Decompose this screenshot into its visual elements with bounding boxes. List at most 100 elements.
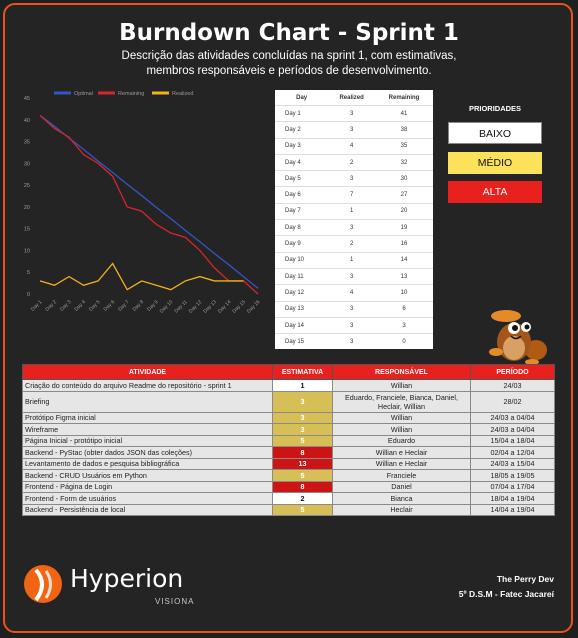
activities-body: Criação do conteúdo do arquivo Readme do…: [22, 379, 555, 516]
x-tick-label: Day 1: [30, 299, 44, 313]
realized-cell: 30: [375, 170, 433, 187]
realized-cell: Day 11: [275, 267, 329, 285]
activity-row: Wireframe 3 Willian 24/03 a 04/04: [22, 423, 555, 436]
activity-name: Protótipo Figma inicial: [22, 411, 273, 424]
activity-period: 24/03 a 04/04: [470, 411, 555, 424]
realized-cell: 35: [375, 137, 433, 155]
activity-estimate: 5: [272, 469, 333, 482]
realized-cell: Day 1: [275, 104, 329, 122]
realized-cell: 3: [328, 316, 376, 334]
realized-cell: 3: [375, 316, 433, 334]
realized-table-row: Day 12 4 10: [275, 284, 433, 302]
realized-cell: 3: [328, 300, 376, 318]
legend-label: Optimal: [74, 91, 93, 97]
activity-owner: Eduardo, Franciele, Bianca, Daniel, Hecl…: [332, 390, 471, 413]
realized-table-body: Day 1 3 41 Day 2 3 38 Day 3 4 35 Day 4 2 32 Day 5 3 30…: [275, 104, 433, 350]
realized-cell: 3: [328, 170, 376, 187]
activity-row: Frontend - Form de usuários 2 Bianca 18/04 …: [22, 492, 555, 505]
page-subtitle: Descrição das atividades concluídas na s…: [110, 49, 468, 79]
activity-period: 02/04 a 12/04: [470, 446, 555, 459]
x-tick-label: Day 16: [246, 299, 262, 315]
activity-period: 24/03 a 04/04: [470, 423, 555, 436]
activity-estimate: 5: [272, 434, 333, 447]
realized-cell: Day 2: [275, 121, 329, 139]
realized-cell: 3: [328, 219, 376, 236]
realized-table-row: Day 15 3 0: [275, 333, 433, 350]
y-tick-label: 25: [24, 183, 30, 189]
activity-owner: Willian: [332, 379, 471, 392]
activity-name: Frontend - Form de usuários: [22, 492, 273, 505]
y-tick-label: 10: [24, 248, 30, 254]
activities-table: ATIVIDADE ESTIMATIVA RESPONSÁVEL PERÍODO Cr…: [22, 364, 555, 516]
realized-cell: 38: [375, 121, 433, 139]
x-tick-label: Day 8: [132, 299, 146, 313]
realized-cell: 1: [328, 251, 376, 269]
x-tick-label: Day 11: [174, 299, 189, 314]
realized-cell: 4: [328, 284, 376, 302]
realized-cell: 10: [375, 284, 433, 302]
realized-table-row: Day 6 7 27: [275, 186, 433, 204]
activity-period: 18/05 a 19/05: [470, 469, 555, 482]
activity-row: Protótipo Figma inicial 3 Willian 24/03 a 0…: [22, 411, 555, 424]
realized-table-header: Day Realized Remaining: [275, 90, 433, 106]
realized-table-row: Day 3 4 35: [275, 137, 433, 155]
x-tick-label: Day 13: [202, 299, 218, 315]
realized-cell: 13: [375, 267, 433, 285]
activity-row: Backend - PyStac (obter dados JSON das c…: [22, 446, 555, 459]
activity-estimate: 3: [272, 423, 333, 436]
realized-cell: 19: [375, 219, 433, 236]
page-title: Burndown Chart - Sprint 1: [119, 20, 459, 46]
realized-table-row: Day 7 1 20: [275, 202, 433, 220]
activity-estimate: 13: [272, 457, 333, 470]
activity-name: Backend - Persistência de local: [22, 503, 273, 516]
activity-name: Wireframe: [22, 423, 273, 436]
realized-cell: 4: [328, 137, 376, 155]
activity-estimate: 1: [272, 379, 333, 392]
activity-period: 28/02: [470, 390, 555, 413]
activities-header-cell: ESTIMATIVA: [272, 364, 333, 380]
activity-name: Página Inicial - protótipo inicial: [22, 434, 273, 447]
realized-cell: 14: [375, 251, 433, 269]
realized-cell: 3: [328, 121, 376, 139]
realized-cell: Day 4: [275, 153, 329, 171]
y-tick-label: 30: [24, 161, 30, 167]
y-tick-label: 15: [24, 227, 30, 233]
y-tick-label: 45: [24, 96, 30, 102]
x-tick-label: Day 4: [74, 299, 88, 313]
realized-cell: 0: [375, 333, 433, 350]
realized-cell: Day 9: [275, 235, 329, 253]
realized-header-cell: Remaining: [388, 94, 420, 101]
x-tick-label: Day 12: [188, 299, 204, 315]
y-tick-label: 20: [24, 205, 30, 211]
activities-header-cell: PERÍODO: [470, 364, 555, 380]
activity-name: Levantamento de dados e pesquisa bibliog…: [22, 457, 273, 470]
subtitle-line-2: membros responsáveis e períodos de desen…: [146, 65, 432, 77]
legend-label: Remaining: [118, 91, 144, 97]
realized-cell: 41: [375, 104, 433, 122]
series-line-realized: [39, 262, 244, 291]
realized-cell: Day 3: [275, 137, 329, 155]
realized-table-row: Day 13 3 6: [275, 300, 433, 318]
activity-period: 15/04 a 18/04: [470, 434, 555, 447]
activity-row: Frontend - Página de Login 8 Daniel 07/04 a…: [22, 480, 555, 493]
activity-owner: Daniel: [332, 480, 471, 493]
burndown-chart: 051015202530354045Day 1 Day 2 Day 3 Day 4 Da…: [24, 91, 262, 315]
realized-cell: Day 5: [275, 170, 329, 187]
x-tick-label: Day 6: [103, 299, 117, 313]
brand-tagline: VISIONA: [155, 597, 195, 606]
x-tick-label: Day 3: [59, 299, 73, 313]
credit-team: The Perry Dev: [496, 574, 554, 584]
x-tick-label: Day 10: [159, 299, 175, 315]
realized-cell: 2: [328, 153, 376, 171]
activity-row: Página Inicial - protótipo inicial 5 Eduar…: [22, 434, 555, 447]
realized-table-row: Day 14 3 3: [275, 316, 433, 334]
x-tick-label: Day 7: [117, 299, 131, 313]
y-tick-label: 40: [24, 118, 30, 124]
activity-period: 14/04 a 19/04: [470, 503, 555, 516]
activities-header-cell: ATIVIDADE: [22, 364, 273, 380]
activity-name: Criação do conteúdo do arquivo Readme do…: [22, 379, 273, 392]
activity-owner: Willian: [332, 411, 471, 424]
realized-table-row: Day 4 2 32: [275, 153, 433, 171]
activity-owner: Bianca: [332, 492, 471, 505]
realized-cell: Day 7: [275, 202, 329, 220]
